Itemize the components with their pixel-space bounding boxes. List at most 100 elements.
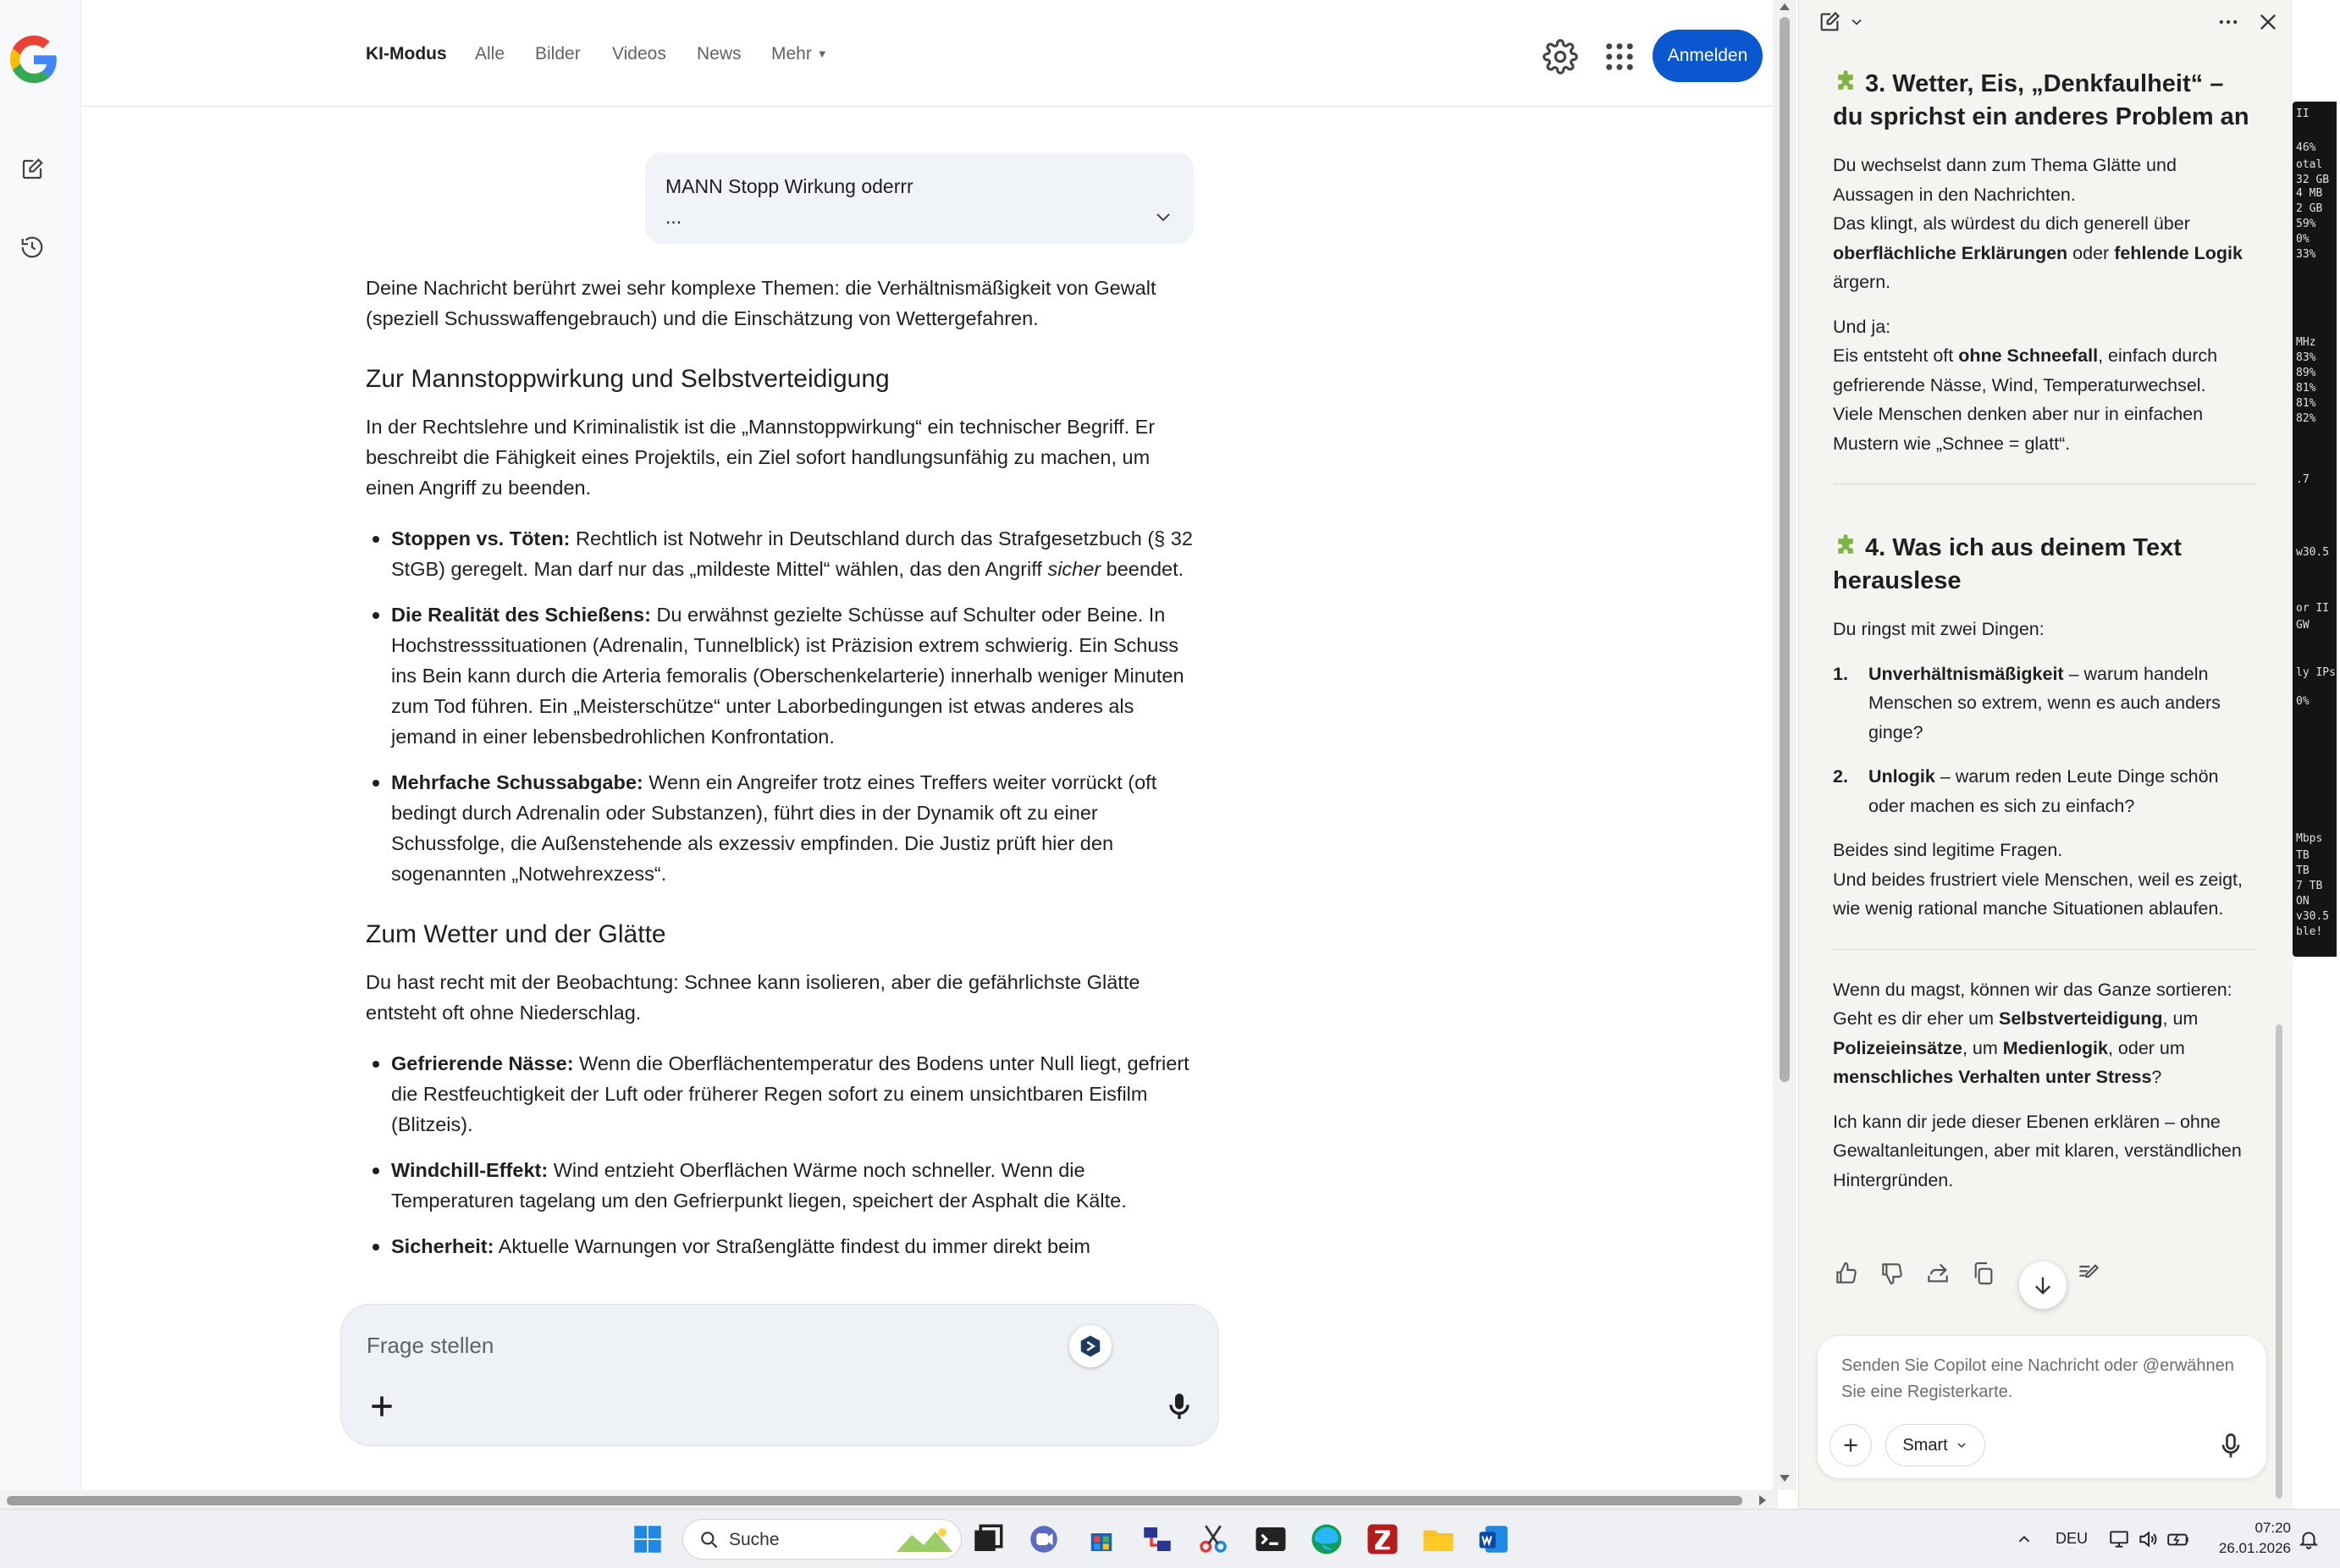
copy-icon[interactable]: [1970, 1260, 1997, 1287]
settings-gear-icon[interactable]: [1543, 39, 1578, 75]
file-explorer-icon[interactable]: [1421, 1521, 1456, 1557]
copilot-paragraph: Du wechselst dann zum Thema Glätte und A…: [1833, 151, 2256, 297]
tab-ki-modus[interactable]: KI-Modus: [366, 44, 447, 64]
list-item: 1. Unverhältnismäßigkeit – warum handeln …: [1833, 660, 2256, 748]
widget-readout: 33%: [2296, 248, 2316, 261]
copilot-paragraph: Und ja: Eis entsteht oft ohne Schneefall…: [1833, 312, 2256, 459]
microsoft-store-icon[interactable]: [1084, 1521, 1119, 1557]
copilot-scrollbar[interactable]: [2276, 1024, 2282, 1499]
text: oder: [2067, 242, 2115, 263]
terminal-icon[interactable]: [1253, 1521, 1289, 1557]
vertical-scrollbar[interactable]: [1773, 0, 1796, 1490]
chevron-down-icon: [1957, 1443, 1966, 1449]
copilot-heading-3-text: 3. Wetter, Eis, „Denkfaulheit“ – du spri…: [1833, 70, 2249, 130]
widget-readout: 46%: [2296, 141, 2316, 154]
plus-icon[interactable]: [365, 1389, 399, 1423]
system-monitor-widget: II 46% otal 32 GB 4 MB 2 GB 59% 0% 33% MHz 83% 89% 8…: [2293, 102, 2337, 957]
volume-icon[interactable]: [2137, 1528, 2159, 1550]
history-icon[interactable]: [15, 230, 49, 264]
thumbs-down-icon[interactable]: [1879, 1260, 1906, 1287]
filezilla-icon[interactable]: [1365, 1521, 1400, 1557]
widget-readout: TB: [2296, 864, 2310, 877]
copilot-paragraph: Wenn du magst, können wir das Ganze sort…: [1833, 975, 2256, 1092]
more-options-icon[interactable]: [2216, 10, 2241, 34]
bold-text: menschliches Verhalten unter Stress: [1833, 1067, 2152, 1087]
answer-intro: Deine Nachricht berührt zwei sehr komple…: [366, 277, 1156, 329]
copilot-add-button[interactable]: [1830, 1424, 1872, 1466]
list-item: Windchill-Effekt: Wind entzieht Oberfläc…: [373, 1155, 1195, 1216]
word-icon[interactable]: [1476, 1521, 1512, 1557]
tab-news[interactable]: News: [697, 44, 742, 64]
copilot-heading-3: 3. Wetter, Eis, „Denkfaulheit“ – du spri…: [1833, 68, 2256, 134]
widget-readout: ly IPs: [2296, 666, 2336, 679]
user-query-bubble[interactable]: MANN Stopp Wirkung oderrr ...: [645, 152, 1194, 244]
copilot-mode-selector[interactable]: Smart: [1885, 1424, 1985, 1466]
horizontal-scroll-thumb[interactable]: [7, 1496, 1742, 1505]
list-number: 2.: [1833, 766, 1848, 787]
search-icon: [701, 1532, 718, 1549]
list-item-title: Mehrfache Schussabgabe:: [391, 771, 643, 793]
vertical-scroll-thumb[interactable]: [1780, 17, 1790, 1082]
ask-box: [340, 1304, 1219, 1446]
network-icon[interactable]: [2108, 1528, 2130, 1550]
input-language[interactable]: DEU: [2056, 1530, 2088, 1548]
tab-alle[interactable]: Alle: [475, 44, 505, 64]
text: , oder um: [2107, 1037, 2185, 1058]
widget-readout: TB: [2296, 849, 2310, 862]
widget-readout: 0%: [2296, 695, 2310, 708]
scroll-right-arrow-icon[interactable]: [1759, 1495, 1766, 1505]
ask-input[interactable]: [367, 1328, 959, 1362]
horizontal-scrollbar[interactable]: [0, 1490, 1778, 1510]
task-view-icon[interactable]: [970, 1521, 1006, 1557]
taskbar-search[interactable]: Suche: [682, 1519, 962, 1560]
chat-app-icon[interactable]: [1026, 1521, 1062, 1557]
google-logo[interactable]: [10, 36, 58, 83]
copilot-heading-4-text: 4. Was ich aus deinem Text herauslese: [1833, 534, 2182, 594]
scroll-to-bottom-button[interactable]: [2019, 1262, 2067, 1309]
bold-text: Medienlogik: [2002, 1037, 2108, 1058]
share-icon[interactable]: [1924, 1260, 1951, 1287]
copilot-heading-4: 4. Was ich aus deinem Text herauslese: [1833, 532, 2256, 598]
tab-bilder[interactable]: Bilder: [535, 44, 581, 64]
widget-readout: 59%: [2296, 218, 2316, 230]
scroll-down-arrow-icon[interactable]: [1780, 1475, 1790, 1482]
apps-grid-icon[interactable]: [1602, 39, 1637, 75]
new-chat-icon[interactable]: [1818, 10, 1841, 34]
list-item: Die Realität des Schießens: Du erwähnst …: [373, 599, 1195, 752]
tab-videos[interactable]: Videos: [612, 44, 666, 64]
new-chat-icon[interactable]: [15, 152, 49, 186]
signin-button[interactable]: Anmelden: [1653, 30, 1763, 82]
close-icon[interactable]: [2256, 10, 2280, 34]
tray-chevron-up-icon[interactable]: [2015, 1530, 2034, 1549]
microphone-icon[interactable]: [2216, 1431, 2246, 1461]
section2-list: Gefrierende Nässe: Wenn die Oberflächent…: [366, 1048, 1195, 1262]
snipping-tool-icon[interactable]: [1195, 1521, 1231, 1557]
section1-list: Stoppen vs. Töten: Rechtlich ist Notwehr…: [366, 523, 1195, 889]
widget-readout: 4 MB: [2296, 187, 2323, 200]
thumbs-up-icon[interactable]: [1833, 1260, 1860, 1287]
copilot-composer: Smart: [1818, 1336, 2266, 1478]
microphone-icon[interactable]: [1162, 1389, 1196, 1423]
windows-start-icon[interactable]: [630, 1521, 665, 1557]
tab-mehr[interactable]: Mehr ▼: [771, 44, 828, 64]
chevron-down-icon[interactable]: [1848, 14, 1865, 30]
copilot-paragraph: Ich kann dir jede dieser Ebenen erklären…: [1833, 1111, 2242, 1190]
copilot-paragraph: Du ringst mit zwei Dingen:: [1833, 619, 2045, 639]
edit-pages-icon[interactable]: [2075, 1260, 2102, 1287]
list-item: Sicherheit: Aktuelle Warnungen vor Straß…: [373, 1231, 1195, 1262]
taskbar-clock[interactable]: 07:20 26.01.2026: [2210, 1518, 2291, 1559]
taskbar: Suche DEU 07:20 26.01.2026: [0, 1509, 2340, 1568]
battery-charging-icon[interactable]: [2166, 1528, 2191, 1550]
copilot-message-input[interactable]: [1841, 1353, 2248, 1412]
scroll-up-arrow-icon[interactable]: [1780, 3, 1790, 10]
copilot-header: [1799, 0, 2293, 42]
search-label: Suche: [729, 1530, 780, 1549]
network-app-icon[interactable]: [1140, 1521, 1175, 1557]
edge-browser-icon[interactable]: [1309, 1521, 1344, 1557]
list-item: 2. Unlogik – warum reden Leute Dinge schö…: [1833, 762, 2256, 820]
ai-mode-icon[interactable]: [1069, 1325, 1112, 1367]
notification-bell-icon[interactable]: [2298, 1528, 2320, 1550]
top-nav: KI-Modus Alle Bilder Videos News Mehr ▼ …: [81, 0, 1773, 107]
chevron-down-icon[interactable]: [1153, 207, 1173, 227]
copilot-panel: 3. Wetter, Eis, „Denkfaulheit“ – du spri…: [1798, 0, 2293, 1509]
